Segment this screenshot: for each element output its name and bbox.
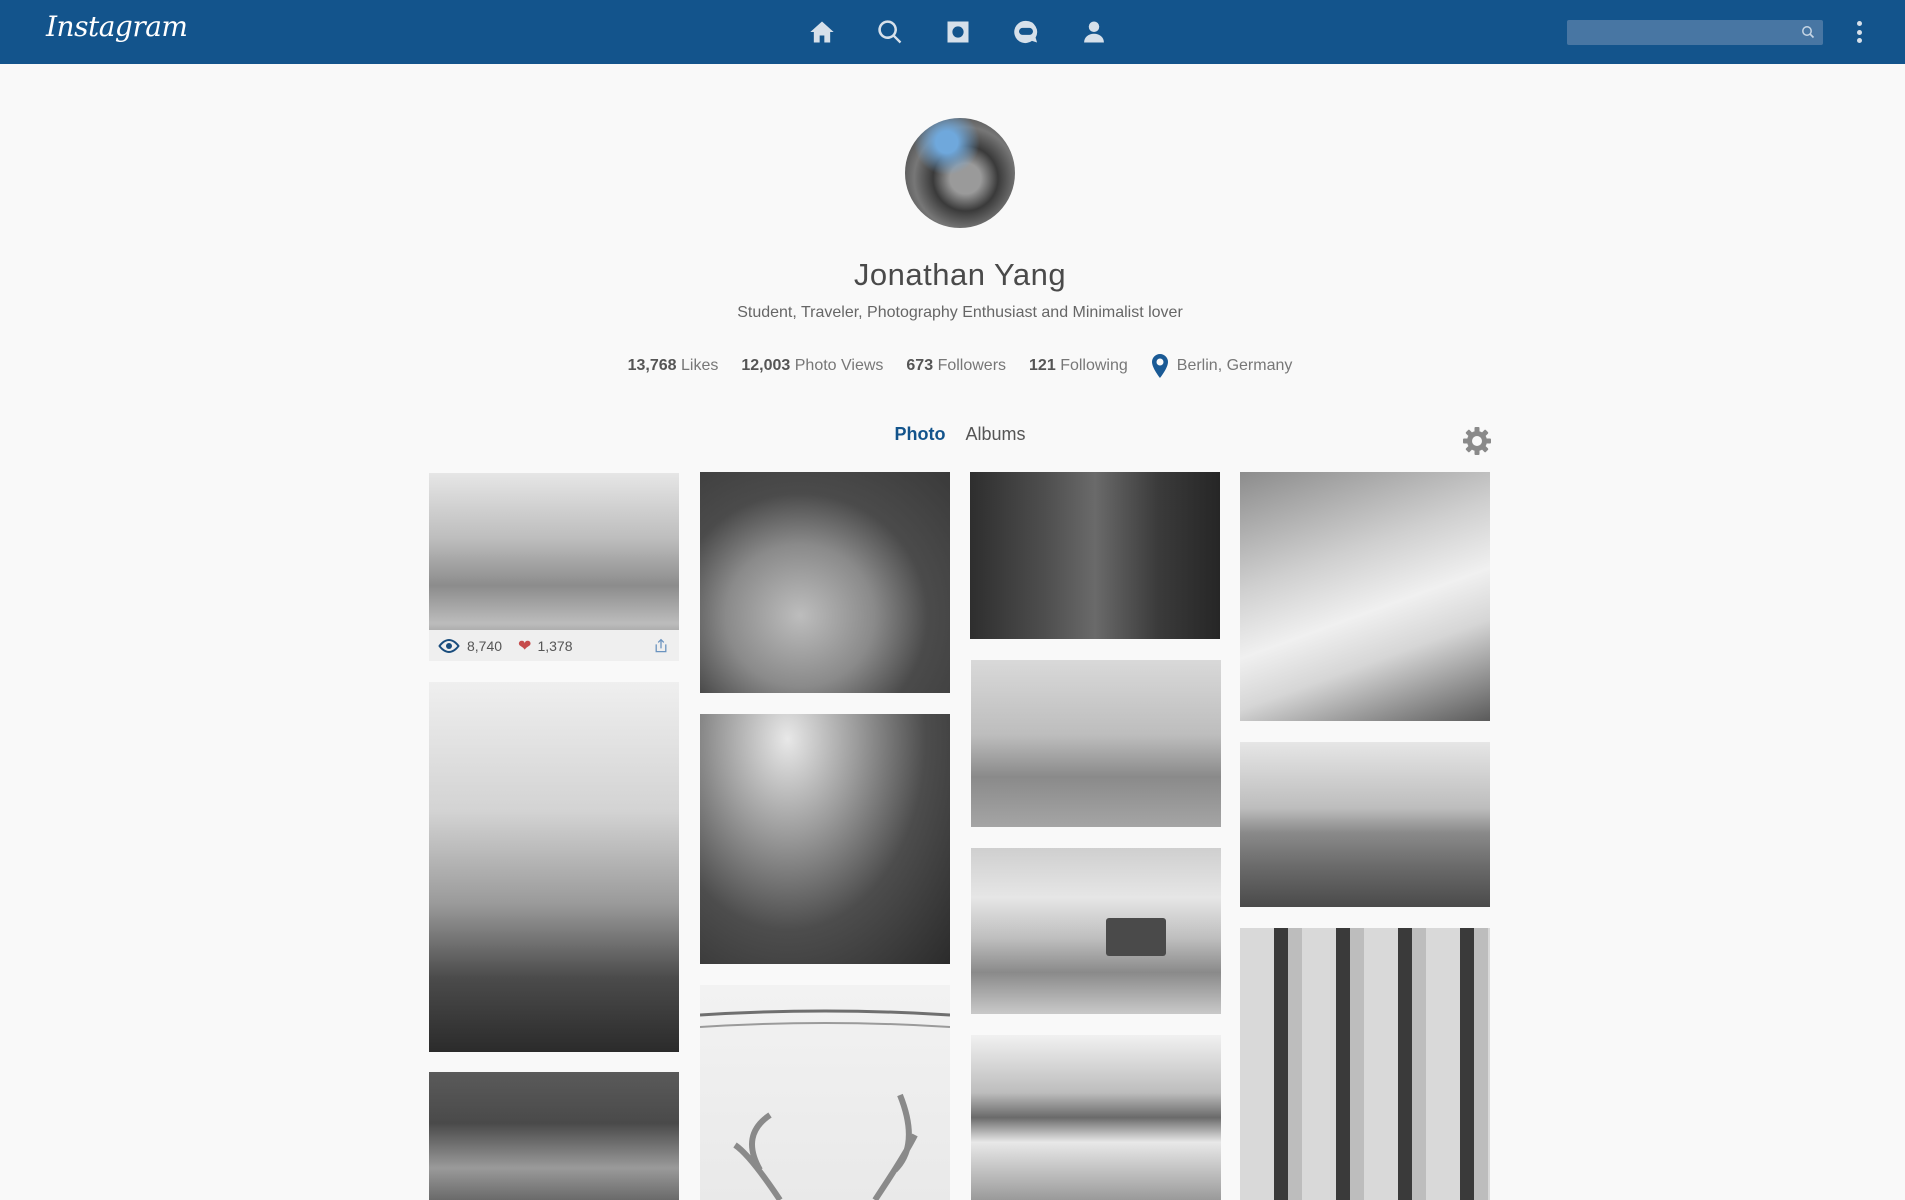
camera-icon[interactable] (940, 14, 976, 50)
stat-likes[interactable]: 13,768 Likes (628, 357, 719, 375)
photo-corridor[interactable] (970, 472, 1220, 639)
photo-underwater[interactable] (700, 714, 950, 964)
stat-following[interactable]: 121 Following (1029, 357, 1128, 375)
heart-icon[interactable]: ❤ (518, 636, 531, 656)
profile-bio: Student, Traveler, Photography Enthusias… (737, 304, 1183, 321)
location: Berlin, Germany (1151, 354, 1293, 378)
search-input[interactable] (1567, 20, 1823, 45)
gear-icon[interactable] (1462, 426, 1492, 456)
home-icon[interactable] (804, 14, 840, 50)
top-bar: Instagram (0, 0, 1905, 64)
photo-swings[interactable]: 8,740 ❤ 1,378 (429, 473, 679, 661)
stat-followers[interactable]: 673 Followers (906, 357, 1006, 375)
photo-building-facade[interactable] (1240, 928, 1490, 1200)
likes-count: 1,378 (537, 637, 573, 654)
instagram-logo[interactable]: Instagram (46, 10, 188, 43)
location-pin-icon (1151, 354, 1169, 378)
profile-tabs: Photo Albums (0, 424, 1905, 445)
photo-meta-bar: 8,740 ❤ 1,378 (429, 630, 679, 661)
more-menu-icon[interactable] (1848, 18, 1870, 46)
photo-papers[interactable] (1240, 472, 1490, 721)
tab-albums[interactable]: Albums (965, 424, 1025, 445)
search-field-icon (1802, 26, 1815, 39)
avatar[interactable] (905, 118, 1015, 228)
photo-car-hood[interactable] (700, 472, 950, 693)
photo-pier[interactable] (1240, 742, 1490, 907)
photo-old-tv[interactable] (971, 848, 1221, 1014)
location-label: Berlin, Germany (1176, 357, 1293, 374)
tab-photo[interactable]: Photo (894, 424, 945, 445)
views-eye-icon (437, 638, 461, 654)
messages-icon[interactable] (1008, 14, 1044, 50)
photo-lake-mountains[interactable] (971, 1035, 1221, 1200)
main-nav (804, 14, 1112, 50)
search-icon[interactable] (872, 14, 908, 50)
share-icon[interactable] (651, 636, 671, 656)
profile-name: Jonathan Yang (853, 257, 1067, 292)
profile-icon[interactable] (1076, 14, 1112, 50)
stat-photo-views[interactable]: 12,003 Photo Views (741, 357, 883, 375)
photo-antlers[interactable] (700, 985, 950, 1200)
photo-car-hood-2[interactable] (429, 1072, 679, 1200)
profile-stats: 13,768 Likes 12,003 Photo Views 673 Foll… (0, 354, 1905, 378)
views-count: 8,740 (467, 637, 503, 654)
photo-deer[interactable] (971, 660, 1221, 827)
photo-foggy-forest[interactable] (429, 682, 679, 1052)
